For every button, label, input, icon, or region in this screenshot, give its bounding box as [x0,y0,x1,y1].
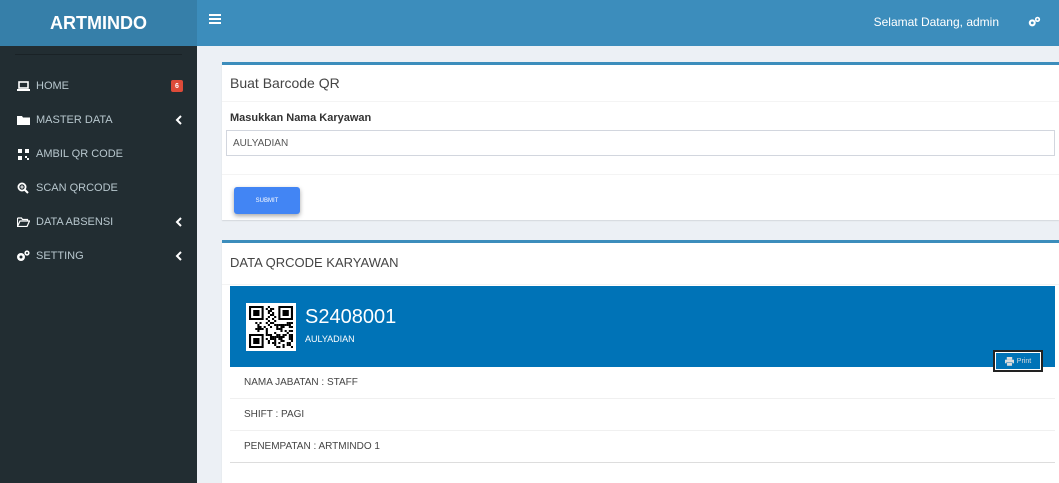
sidebar-item-label: SCAN QRCODE [36,182,118,194]
sidebar-item-label: MASTER DATA [36,114,113,126]
employee-name-label: Masukkan Nama Karyawan [230,112,372,124]
folder-open-icon [16,216,30,228]
employee-name-input[interactable] [226,130,1055,156]
sidebar-item-label: HOME [36,80,69,92]
qrcode-data-box: DATA QRCODE KARYAWAN S2408001 AULYADIAN … [222,240,1059,483]
app-logo[interactable]: ARTMINDO [0,0,197,46]
sidebar-item-label: DATA ABSENSI [36,216,114,228]
print-icon [1004,356,1014,366]
sidebar-item-home[interactable]: HOME 6 [0,69,197,103]
qrcode-icon [16,148,30,160]
employee-name: AULYADIAN [305,334,355,344]
create-qr-form-box: Buat Barcode QR Masukkan Nama Karyawan S… [222,62,1059,220]
notification-badge: 6 [171,80,183,92]
print-button[interactable]: Print [993,350,1043,372]
form-box-title: Buat Barcode QR [222,65,1059,102]
sidebar-item-master-data[interactable]: MASTER DATA [0,103,197,137]
welcome-text[interactable]: Selamat Datang, admin [874,15,999,29]
top-navbar: Selamat Datang, admin [197,0,1059,46]
laptop-icon [16,80,30,92]
info-row-penempatan: PENEMPATAN : ARTMINDO 1 [230,431,1055,463]
employee-widget: S2408001 AULYADIAN Print NAMA JABATAN : … [230,286,1055,463]
chevron-left-icon [175,115,182,125]
chevron-left-icon [175,251,182,261]
folder-icon [16,114,30,126]
qrcode-box-title: DATA QRCODE KARYAWAN [222,243,1059,285]
sidebar-item-scan-qrcode[interactable]: SCAN QRCODE [0,171,197,205]
sidebar-item-data-absensi[interactable]: DATA ABSENSI [0,205,197,239]
search-plus-icon [16,182,30,194]
employee-widget-header: S2408001 AULYADIAN Print [230,286,1055,372]
form-footer: SUBMIT [222,174,1059,214]
chevron-left-icon [175,217,182,227]
submit-button[interactable]: SUBMIT [234,187,300,214]
sidebar-item-label: SETTING [36,250,84,262]
settings-gear-icon[interactable] [1027,15,1041,29]
sidebar-item-ambil-qr-code[interactable]: AMBIL QR CODE [0,137,197,171]
qr-code-image [246,303,296,351]
sidebar-item-setting[interactable]: SETTING [0,239,197,273]
info-row-jabatan: NAMA JABATAN : STAFF [230,367,1055,399]
employee-id: S2408001 [305,306,397,328]
sidebar-item-label: AMBIL QR CODE [36,148,123,160]
sidebar-toggle-icon[interactable] [209,14,221,26]
cogs-icon [16,250,30,262]
info-row-shift: SHIFT : PAGI [230,399,1055,431]
sidebar: HOME 6 MASTER DATA AMBIL QR CODE SCAN QR… [0,46,197,483]
print-label: Print [1016,357,1032,365]
